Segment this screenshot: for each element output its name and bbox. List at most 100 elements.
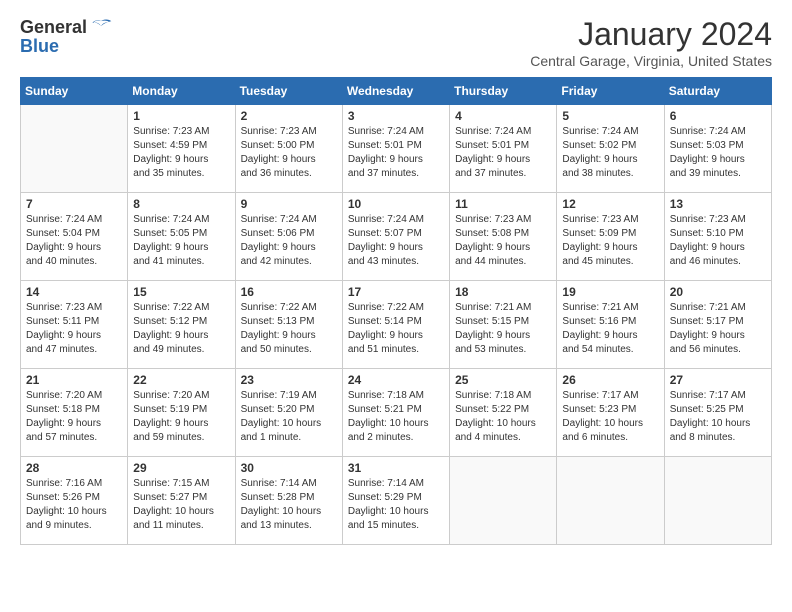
calendar-day-cell: 1 Sunrise: 7:23 AM Sunset: 4:59 PM Daylig… — [128, 105, 235, 193]
calendar-day-cell — [664, 457, 771, 545]
weekday-header-tuesday: Tuesday — [235, 78, 342, 105]
day-number: 17 — [348, 285, 444, 299]
day-info: Sunrise: 7:22 AM Sunset: 5:12 PM Dayligh… — [133, 301, 229, 357]
calendar-day-cell: 18 Sunrise: 7:21 AM Sunset: 5:15 PM Dayli… — [450, 281, 557, 369]
day-number: 19 — [562, 285, 658, 299]
day-info: Sunrise: 7:14 AM Sunset: 5:29 PM Dayligh… — [348, 477, 444, 533]
day-info: Sunrise: 7:20 AM Sunset: 5:19 PM Dayligh… — [133, 389, 229, 445]
calendar-day-cell: 14Sunrise: 7:23 AM Sunset: 5:11 PM Dayli… — [21, 281, 128, 369]
day-info: Sunrise: 7:23 AM Sunset: 5:00 PM Dayligh… — [241, 125, 337, 181]
day-info: Sunrise: 7:15 AM Sunset: 5:27 PM Dayligh… — [133, 477, 229, 533]
day-info: Sunrise: 7:14 AM Sunset: 5:28 PM Dayligh… — [241, 477, 337, 533]
calendar-day-cell: 4 Sunrise: 7:24 AM Sunset: 5:01 PM Daylig… — [450, 105, 557, 193]
calendar-week-row: 21 Sunrise: 7:20 AM Sunset: 5:18 PM Dayli… — [21, 369, 772, 457]
title-block: January 2024 Central Garage, Virginia, U… — [530, 16, 772, 69]
day-number: 31 — [348, 461, 444, 475]
logo-general-text: General — [20, 18, 87, 38]
day-info: Sunrise: 7:18 AM Sunset: 5:22 PM Dayligh… — [455, 389, 551, 445]
day-info: Sunrise: 7:24 AM Sunset: 5:01 PM Dayligh… — [455, 125, 551, 181]
calendar-day-cell: 16Sunrise: 7:22 AM Sunset: 5:13 PM Dayli… — [235, 281, 342, 369]
day-number: 15 — [133, 285, 229, 299]
calendar-day-cell: 24 Sunrise: 7:18 AM Sunset: 5:21 PM Dayli… — [342, 369, 449, 457]
day-number: 2 — [241, 109, 337, 123]
day-number: 29 — [133, 461, 229, 475]
day-info: Sunrise: 7:21 AM Sunset: 5:17 PM Dayligh… — [670, 301, 766, 357]
calendar-day-cell: 26 Sunrise: 7:17 AM Sunset: 5:23 PM Dayli… — [557, 369, 664, 457]
page-header: General Blue January 2024 Central Garage… — [20, 16, 772, 69]
day-number: 25 — [455, 373, 551, 387]
day-info: Sunrise: 7:24 AM Sunset: 5:06 PM Dayligh… — [241, 213, 337, 269]
day-info: Sunrise: 7:17 AM Sunset: 5:25 PM Dayligh… — [670, 389, 766, 445]
logo-bird-icon — [89, 16, 113, 40]
weekday-header-thursday: Thursday — [450, 78, 557, 105]
day-number: 14 — [26, 285, 122, 299]
weekday-header-row: SundayMondayTuesdayWednesdayThursdayFrid… — [21, 78, 772, 105]
location-subtitle: Central Garage, Virginia, United States — [530, 53, 772, 69]
day-number: 5 — [562, 109, 658, 123]
day-number: 30 — [241, 461, 337, 475]
day-info: Sunrise: 7:18 AM Sunset: 5:21 PM Dayligh… — [348, 389, 444, 445]
day-number: 20 — [670, 285, 766, 299]
day-number: 21 — [26, 373, 122, 387]
weekday-header-monday: Monday — [128, 78, 235, 105]
calendar-day-cell: 31 Sunrise: 7:14 AM Sunset: 5:29 PM Dayli… — [342, 457, 449, 545]
calendar-day-cell — [450, 457, 557, 545]
day-info: Sunrise: 7:23 AM Sunset: 4:59 PM Dayligh… — [133, 125, 229, 181]
calendar-day-cell: 2 Sunrise: 7:23 AM Sunset: 5:00 PM Daylig… — [235, 105, 342, 193]
day-info: Sunrise: 7:19 AM Sunset: 5:20 PM Dayligh… — [241, 389, 337, 445]
weekday-header-saturday: Saturday — [664, 78, 771, 105]
day-number: 1 — [133, 109, 229, 123]
day-number: 3 — [348, 109, 444, 123]
calendar-day-cell: 19Sunrise: 7:21 AM Sunset: 5:16 PM Dayli… — [557, 281, 664, 369]
calendar-day-cell: 5Sunrise: 7:24 AM Sunset: 5:02 PM Daylig… — [557, 105, 664, 193]
day-number: 11 — [455, 197, 551, 211]
day-info: Sunrise: 7:22 AM Sunset: 5:13 PM Dayligh… — [241, 301, 337, 357]
day-number: 18 — [455, 285, 551, 299]
calendar-day-cell — [21, 105, 128, 193]
calendar-day-cell: 22 Sunrise: 7:20 AM Sunset: 5:19 PM Dayli… — [128, 369, 235, 457]
calendar-day-cell: 25 Sunrise: 7:18 AM Sunset: 5:22 PM Dayli… — [450, 369, 557, 457]
day-info: Sunrise: 7:21 AM Sunset: 5:15 PM Dayligh… — [455, 301, 551, 357]
day-info: Sunrise: 7:23 AM Sunset: 5:09 PM Dayligh… — [562, 213, 658, 269]
calendar-day-cell: 15 Sunrise: 7:22 AM Sunset: 5:12 PM Dayli… — [128, 281, 235, 369]
weekday-header-friday: Friday — [557, 78, 664, 105]
day-number: 28 — [26, 461, 122, 475]
day-info: Sunrise: 7:24 AM Sunset: 5:01 PM Dayligh… — [348, 125, 444, 181]
day-info: Sunrise: 7:17 AM Sunset: 5:23 PM Dayligh… — [562, 389, 658, 445]
day-number: 12 — [562, 197, 658, 211]
calendar-day-cell: 17Sunrise: 7:22 AM Sunset: 5:14 PM Dayli… — [342, 281, 449, 369]
day-number: 23 — [241, 373, 337, 387]
calendar-day-cell: 29 Sunrise: 7:15 AM Sunset: 5:27 PM Dayli… — [128, 457, 235, 545]
day-number: 4 — [455, 109, 551, 123]
day-number: 10 — [348, 197, 444, 211]
calendar-week-row: 14Sunrise: 7:23 AM Sunset: 5:11 PM Dayli… — [21, 281, 772, 369]
calendar-day-cell: 20 Sunrise: 7:21 AM Sunset: 5:17 PM Dayli… — [664, 281, 771, 369]
calendar-day-cell: 10 Sunrise: 7:24 AM Sunset: 5:07 PM Dayli… — [342, 193, 449, 281]
day-info: Sunrise: 7:24 AM Sunset: 5:04 PM Dayligh… — [26, 213, 122, 269]
calendar-week-row: 7 Sunrise: 7:24 AM Sunset: 5:04 PM Daylig… — [21, 193, 772, 281]
month-title: January 2024 — [530, 16, 772, 53]
day-info: Sunrise: 7:24 AM Sunset: 5:07 PM Dayligh… — [348, 213, 444, 269]
calendar-day-cell: 23 Sunrise: 7:19 AM Sunset: 5:20 PM Dayli… — [235, 369, 342, 457]
day-info: Sunrise: 7:20 AM Sunset: 5:18 PM Dayligh… — [26, 389, 122, 445]
calendar-day-cell: 21 Sunrise: 7:20 AM Sunset: 5:18 PM Dayli… — [21, 369, 128, 457]
day-info: Sunrise: 7:16 AM Sunset: 5:26 PM Dayligh… — [26, 477, 122, 533]
day-number: 26 — [562, 373, 658, 387]
calendar-day-cell: 9Sunrise: 7:24 AM Sunset: 5:06 PM Daylig… — [235, 193, 342, 281]
day-info: Sunrise: 7:23 AM Sunset: 5:08 PM Dayligh… — [455, 213, 551, 269]
day-info: Sunrise: 7:24 AM Sunset: 5:03 PM Dayligh… — [670, 125, 766, 181]
calendar-day-cell: 6 Sunrise: 7:24 AM Sunset: 5:03 PM Daylig… — [664, 105, 771, 193]
logo: General Blue — [20, 16, 113, 57]
day-info: Sunrise: 7:24 AM Sunset: 5:05 PM Dayligh… — [133, 213, 229, 269]
weekday-header-wednesday: Wednesday — [342, 78, 449, 105]
day-number: 7 — [26, 197, 122, 211]
day-number: 22 — [133, 373, 229, 387]
calendar-day-cell: 13Sunrise: 7:23 AM Sunset: 5:10 PM Dayli… — [664, 193, 771, 281]
day-number: 24 — [348, 373, 444, 387]
day-number: 8 — [133, 197, 229, 211]
calendar-day-cell: 7 Sunrise: 7:24 AM Sunset: 5:04 PM Daylig… — [21, 193, 128, 281]
calendar-day-cell: 3 Sunrise: 7:24 AM Sunset: 5:01 PM Daylig… — [342, 105, 449, 193]
day-number: 6 — [670, 109, 766, 123]
calendar-table: SundayMondayTuesdayWednesdayThursdayFrid… — [20, 77, 772, 545]
weekday-header-sunday: Sunday — [21, 78, 128, 105]
